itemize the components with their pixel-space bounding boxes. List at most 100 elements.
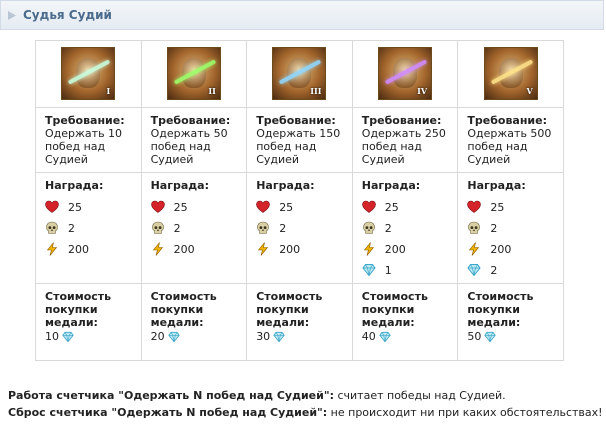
reward-value: 200: [68, 242, 89, 256]
cost-label: Стоимость покупки медали:: [467, 290, 534, 329]
cost-value: 20: [150, 330, 165, 343]
bolt-icon: [152, 242, 163, 256]
reward-value: 25: [173, 200, 188, 214]
reward-value: 1: [384, 263, 392, 277]
bolt-icon: [469, 242, 480, 256]
requirement-cell: Требование: Одержать 150 побед над Судие…: [246, 107, 353, 173]
reward-item: 200: [151, 242, 243, 256]
requirement-label: Требование:: [361, 114, 442, 127]
cost-value-line: 50: [467, 330, 559, 343]
reward-item: 1: [362, 263, 454, 277]
reward-item: 200: [256, 242, 348, 256]
reward-item: 200: [362, 242, 454, 256]
bolt-icon: [46, 242, 58, 256]
requirement-label: Требование:: [256, 114, 336, 127]
reward-label: Награда:: [45, 179, 104, 192]
section-marker-icon: [8, 11, 16, 20]
cost-value-line: 20: [151, 330, 243, 343]
reward-value: 25: [490, 200, 505, 214]
requirement-cell: Требование: Одержать 10 побед над Судией: [35, 107, 142, 173]
heart-icon: [45, 200, 59, 213]
skull-icon: [257, 221, 269, 234]
skull-icon: [468, 221, 481, 234]
medal-icon-cell: V: [457, 40, 564, 108]
reward-value: 2: [490, 263, 498, 277]
requirement-label: Требование:: [467, 114, 548, 127]
gem-icon: [167, 331, 180, 342]
reward-label: Награда:: [361, 179, 421, 192]
judge-medal-icon: V: [483, 47, 538, 100]
reward-item: 25: [150, 200, 243, 214]
reward-cell: Награда: 25 2 200 2: [457, 172, 564, 284]
judge-medal-icon: IV: [378, 47, 433, 100]
counter-reset-note: Сброс счетчика "Одержать N побед над Суд…: [8, 404, 603, 421]
gem-icon: [362, 264, 376, 277]
requirement-text: Одержать 500 побед над Судией: [467, 127, 552, 166]
note-label: Работа счетчика "Одержать N побед над Су…: [8, 389, 334, 402]
reward-cell: Награда: 25 2 200 1: [351, 172, 459, 284]
requirement-row: Требование: Одержать 10 побед над Судией…: [35, 107, 564, 173]
gem-icon: [379, 331, 391, 342]
cost-value: 10: [45, 330, 59, 343]
bolt-icon: [363, 242, 374, 256]
medal-icon-cell: IV: [351, 40, 459, 108]
cost-label: Стоимость покупки медали:: [256, 290, 323, 329]
section-title: Судья Судий: [23, 8, 112, 22]
cost-value: 40: [361, 330, 376, 343]
reward-item: 25: [361, 200, 454, 214]
heart-icon: [467, 200, 482, 213]
cost-cell: Стоимость покупки медали: 20: [140, 283, 248, 361]
heart-icon: [256, 200, 270, 213]
reward-value: 2: [384, 221, 392, 235]
reward-item: 25: [256, 200, 348, 214]
note-text: считает победы над Судией.: [333, 389, 506, 402]
requirement-cell: Требование: Одержать 50 побед над Судией: [140, 107, 248, 173]
reward-item: 200: [467, 242, 559, 256]
cost-value: 50: [467, 330, 482, 343]
reward-value: 200: [490, 242, 512, 256]
reward-row: Награда: 25 2 200 Награда: 25 2 200 Награда: 25 2 2…: [35, 172, 564, 284]
skull-icon: [362, 221, 375, 234]
reward-item: 2: [45, 221, 137, 235]
reward-value: 25: [384, 200, 399, 214]
requirement-text: Одержать 10 побед над Судией: [45, 127, 123, 166]
note-label: Сброс счетчика "Одержать N побед над Суд…: [8, 406, 328, 419]
skull-icon: [46, 221, 58, 234]
cost-value-line: 10: [45, 330, 137, 343]
cost-row: Стоимость покупки медали: 10 Стоимость по…: [35, 283, 564, 361]
reward-value: 2: [173, 221, 181, 235]
requirement-cell: Требование: Одержать 250 побед над Судие…: [351, 107, 459, 173]
medal-numeral: III: [310, 86, 322, 96]
reward-value: 2: [279, 221, 287, 235]
cost-cell: Стоимость покупки медали: 40: [351, 283, 459, 361]
heart-icon: [150, 200, 165, 213]
requirement-cell: Требование: Одержать 500 побед над Судие…: [457, 107, 564, 173]
gem-icon: [273, 331, 285, 342]
reward-value: 200: [384, 242, 406, 256]
reward-label: Награда:: [256, 179, 315, 192]
reward-cell: Награда: 25 2 200: [140, 172, 248, 284]
requirement-label: Требование:: [45, 114, 125, 127]
cost-cell: Стоимость покупки медали: 30: [246, 283, 353, 361]
medals-table: I II III IV V Требование: Одержать 10 по…: [35, 40, 564, 361]
cost-label: Стоимость покупки медали:: [45, 290, 112, 329]
reward-item: 25: [467, 200, 559, 214]
reward-value: 25: [68, 200, 82, 214]
medal-numeral: IV: [417, 86, 428, 96]
judge-medal-icon: III: [272, 47, 327, 100]
reward-item: 2: [256, 221, 348, 235]
heart-icon: [361, 200, 376, 213]
cost-value-line: 40: [362, 330, 454, 343]
judge-medal-icon: I: [61, 47, 116, 100]
reward-item: 2: [467, 263, 559, 277]
medal-icon-cell: I: [35, 40, 142, 108]
cost-label: Стоимость покупки медали:: [361, 290, 428, 329]
reward-item: 2: [467, 221, 559, 235]
cost-value: 30: [256, 330, 271, 343]
requirement-text: Одержать 50 побед над Судией: [150, 127, 228, 166]
gem-icon: [62, 331, 74, 342]
gem-icon: [467, 264, 482, 277]
reward-label: Награда:: [150, 179, 209, 192]
reward-item: 25: [45, 200, 137, 214]
bolt-icon: [258, 242, 269, 256]
